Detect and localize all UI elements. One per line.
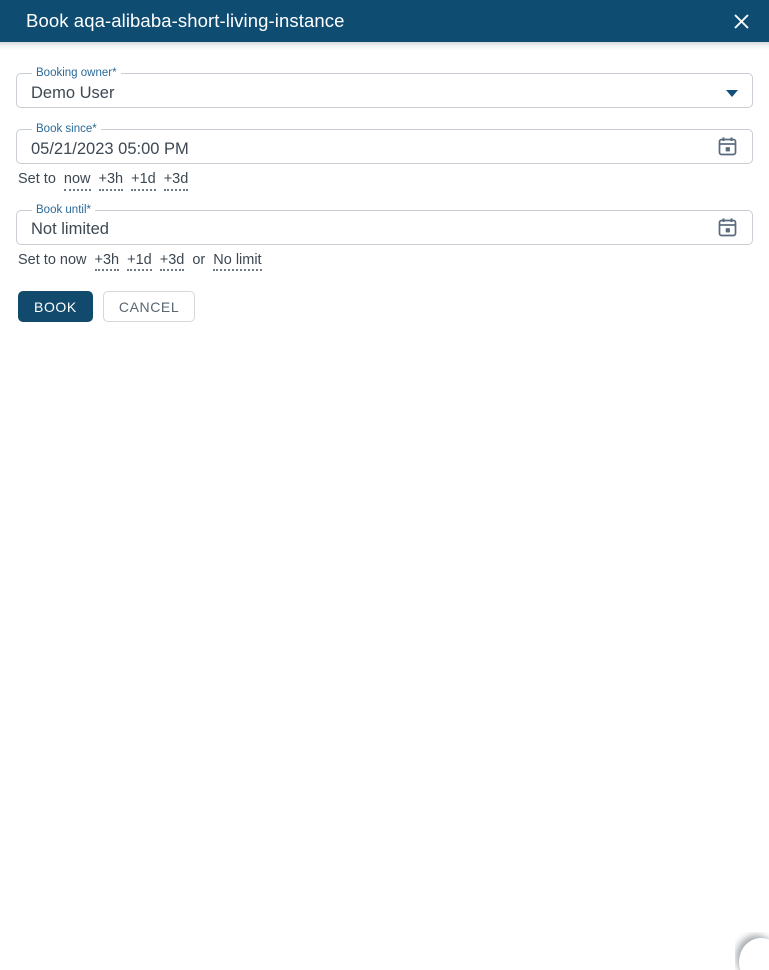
book-since-required-mark: *	[92, 123, 97, 135]
calendar-icon	[717, 217, 738, 243]
chevron-down-icon	[726, 89, 738, 97]
book-until-quick-set-prefix: Set to now	[18, 251, 87, 268]
book-until-field: Book until* Set to now	[16, 203, 753, 272]
booking-owner-label-text: Booking owner	[36, 67, 113, 79]
booking-owner-label: Booking owner*	[32, 67, 121, 80]
book-button[interactable]: BOOK	[18, 291, 93, 323]
booking-owner-outline[interactable]: Booking owner*	[16, 67, 753, 108]
calendar-icon	[717, 136, 738, 162]
book-until-conjunction: or	[192, 251, 206, 268]
booking-owner-select[interactable]	[31, 83, 718, 103]
book-until-required-mark: *	[86, 203, 91, 216]
book-until-label: Book until*	[32, 203, 95, 217]
book-since-set-1d[interactable]: +1d	[131, 171, 156, 191]
close-icon	[733, 13, 750, 30]
book-until-label-text: Book until	[36, 203, 87, 216]
book-instance-dialog: Book aqa-alibaba-short-living-instance B…	[0, 0, 769, 970]
book-since-outline[interactable]: Book since*	[16, 123, 753, 164]
book-since-set-now[interactable]: now	[63, 171, 91, 191]
book-until-input[interactable]	[31, 220, 709, 240]
book-since-label: Book since*	[32, 123, 101, 136]
book-since-quick-set-prefix: Set to	[18, 171, 56, 187]
book-since-quick-set: Set to now +3h +1d +3d	[16, 164, 753, 191]
dialog-body: Booking owner* Book since*	[0, 51, 769, 970]
dialog-title: Book aqa-alibaba-short-living-instance	[26, 10, 345, 31]
booking-owner-dropdown-button[interactable]	[726, 89, 738, 97]
book-until-quick-set: Set to now +3h +1d +3d or No limit	[16, 245, 753, 272]
cancel-button[interactable]: CANCEL	[102, 291, 196, 323]
header-shadow	[0, 42, 769, 51]
book-since-set-3d[interactable]: +3d	[163, 171, 189, 191]
book-since-field: Book since* Set to n	[16, 123, 753, 191]
book-until-set-no-limit[interactable]: No limit	[213, 252, 262, 272]
booking-owner-field: Booking owner*	[16, 67, 753, 108]
book-since-label-text: Book since	[36, 123, 93, 135]
close-dialog-button[interactable]	[713, 0, 769, 42]
book-since-calendar-button[interactable]	[717, 136, 738, 162]
dialog-actions: BOOK CANCEL	[16, 291, 753, 323]
book-until-set-3h[interactable]: +3h	[94, 252, 120, 272]
book-since-input[interactable]	[31, 139, 709, 159]
book-until-set-3d[interactable]: +3d	[159, 252, 185, 272]
booking-owner-required-mark: *	[112, 67, 117, 79]
book-since-set-3h[interactable]: +3h	[98, 171, 124, 191]
dialog-titlebar: Book aqa-alibaba-short-living-instance	[0, 0, 769, 42]
book-until-set-1d[interactable]: +1d	[127, 252, 152, 272]
book-until-calendar-button[interactable]	[717, 217, 738, 243]
book-until-outline[interactable]: Book until*	[16, 203, 753, 245]
